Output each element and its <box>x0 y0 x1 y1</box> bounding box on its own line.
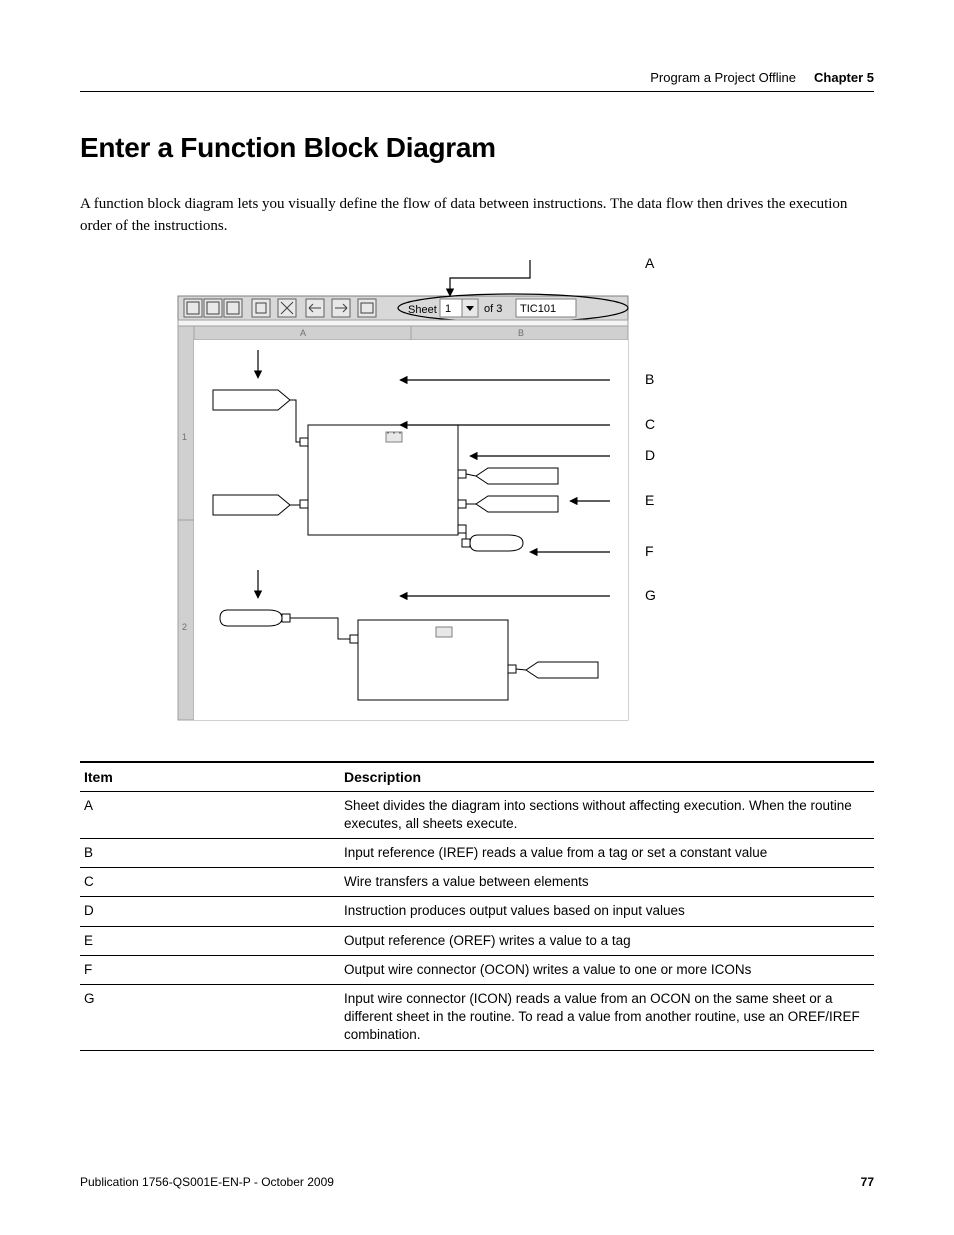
page-heading: Enter a Function Block Diagram <box>80 132 874 164</box>
table-row: DInstruction produces output values base… <box>80 897 874 926</box>
callout-C: C <box>645 416 655 432</box>
callout-E: E <box>645 492 654 508</box>
callout-A: A <box>645 256 655 271</box>
function-block-diagram: A Sheet 1 <box>80 256 874 726</box>
table-row: GInput wire connector (ICON) reads a val… <box>80 985 874 1051</box>
intro-paragraph: A function block diagram lets you visual… <box>80 194 874 238</box>
of-label: of 3 <box>484 303 502 315</box>
header-chapter: Chapter 5 <box>814 70 874 85</box>
table-row: ASheet divides the diagram into sections… <box>80 791 874 838</box>
description-table: Item Description ASheet divides the diag… <box>80 761 874 1051</box>
row-2: 2 <box>182 622 187 632</box>
table-row: EOutput reference (OREF) writes a value … <box>80 926 874 955</box>
callout-F: F <box>645 543 654 559</box>
th-desc: Description <box>340 762 874 792</box>
th-item: Item <box>80 762 340 792</box>
routine-name: TIC101 <box>520 303 556 315</box>
table-row: FOutput wire connector (OCON) writes a v… <box>80 955 874 984</box>
table-row: BInput reference (IREF) reads a value fr… <box>80 838 874 867</box>
page-number: 77 <box>861 1175 874 1189</box>
callout-G: G <box>645 587 656 603</box>
header-section: Program a Project Offline <box>650 70 796 85</box>
callout-B: B <box>645 371 654 387</box>
callout-D: D <box>645 447 655 463</box>
sheet-label: Sheet <box>408 304 437 316</box>
publication-id: Publication 1756-QS001E-EN-P - October 2… <box>80 1175 334 1189</box>
page-header: Program a Project Offline Chapter 5 <box>80 70 874 92</box>
col-A: A <box>300 328 306 338</box>
row-1: 1 <box>182 432 187 442</box>
sheet-num: 1 <box>445 303 451 315</box>
table-row: CWire transfers a value between elements <box>80 868 874 897</box>
page-footer: Publication 1756-QS001E-EN-P - October 2… <box>80 1175 874 1189</box>
col-B: B <box>518 328 524 338</box>
